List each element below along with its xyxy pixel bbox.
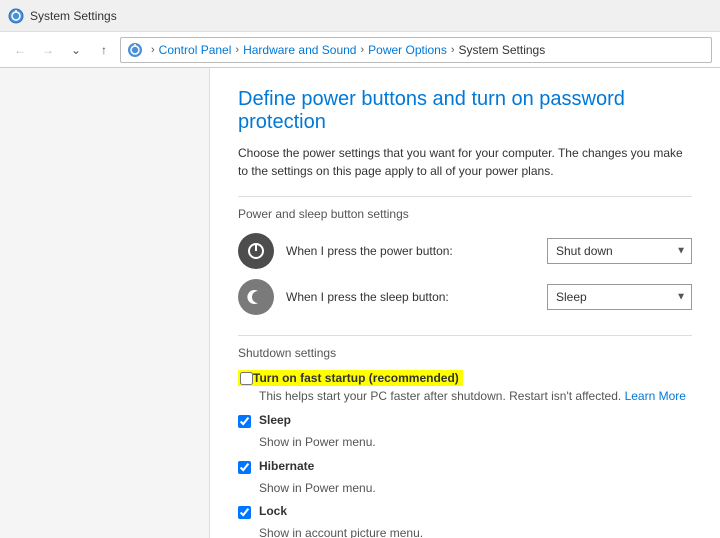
fast-startup-desc: This helps start your PC faster after sh… [259,388,692,405]
sleep-button-dropdown[interactable]: Do nothing Sleep Hibernate Shut down Tur… [547,284,692,310]
sleep-row: Sleep [238,413,692,428]
breadcrumb: › Control Panel › Hardware and Sound › P… [120,37,712,63]
power-button-label: When I press the power button: [286,244,547,258]
left-panel [0,68,210,538]
sleep-dropdown-wrapper: Do nothing Sleep Hibernate Shut down Tur… [547,284,692,310]
lock-row: Lock [238,504,692,519]
sleep-label: Sleep [259,413,291,427]
sleep-icon [238,279,274,315]
lock-desc: Show in account picture menu. [259,525,692,538]
power-icon [238,233,274,269]
section-divider-1 [238,196,692,197]
power-button-dropdown[interactable]: Do nothing Sleep Hibernate Shut down Tur… [547,238,692,264]
sleep-button-row: When I press the sleep button: Do nothin… [238,279,692,315]
hibernate-desc: Show in Power menu. [259,480,692,497]
hibernate-row: Hibernate [238,459,692,474]
breadcrumb-power-options[interactable]: Power Options [368,43,447,57]
lock-label: Lock [259,504,287,518]
title-bar-icon [8,8,24,24]
breadcrumb-current: System Settings [459,43,546,57]
lock-checkbox[interactable] [238,506,251,519]
address-bar: ← → ⌄ ↑ › Control Panel › Hardware and S… [0,32,720,68]
breadcrumb-control-panel[interactable]: Control Panel [159,43,232,57]
dropdown-button[interactable]: ⌄ [64,38,88,62]
sleep-checkbox[interactable] [238,415,251,428]
main-content: Define power buttons and turn on passwor… [0,68,720,538]
title-bar: System Settings [0,0,720,32]
power-dropdown-wrapper: Do nothing Sleep Hibernate Shut down Tur… [547,238,692,264]
back-button[interactable]: ← [8,38,32,62]
fast-startup-checkbox[interactable] [240,372,253,385]
power-button-row: When I press the power button: Do nothin… [238,233,692,269]
shutdown-section-label: Shutdown settings [238,346,692,360]
hibernate-checkbox[interactable] [238,461,251,474]
breadcrumb-hardware-sound[interactable]: Hardware and Sound [243,43,356,57]
page-title: Define power buttons and turn on passwor… [238,88,692,134]
content-area: Define power buttons and turn on passwor… [210,68,720,538]
forward-button[interactable]: → [36,38,60,62]
hibernate-label: Hibernate [259,459,314,473]
button-settings-section: Power and sleep button settings When I p… [238,207,692,315]
fast-startup-label: Turn on fast startup (recommended) [253,371,459,385]
learn-more-link[interactable]: Learn More [625,389,686,403]
title-bar-title: System Settings [30,9,117,23]
sleep-button-label: When I press the sleep button: [286,290,547,304]
section-divider-2 [238,335,692,336]
sleep-desc: Show in Power menu. [259,434,692,451]
page-description: Choose the power settings that you want … [238,144,692,180]
fast-startup-row: Turn on fast startup (recommended) This … [238,370,692,405]
button-section-label: Power and sleep button settings [238,207,692,221]
up-button[interactable]: ↑ [92,38,116,62]
shutdown-section: Shutdown settings Turn on fast startup (… [238,346,692,538]
fast-startup-highlight: Turn on fast startup (recommended) [238,370,463,386]
